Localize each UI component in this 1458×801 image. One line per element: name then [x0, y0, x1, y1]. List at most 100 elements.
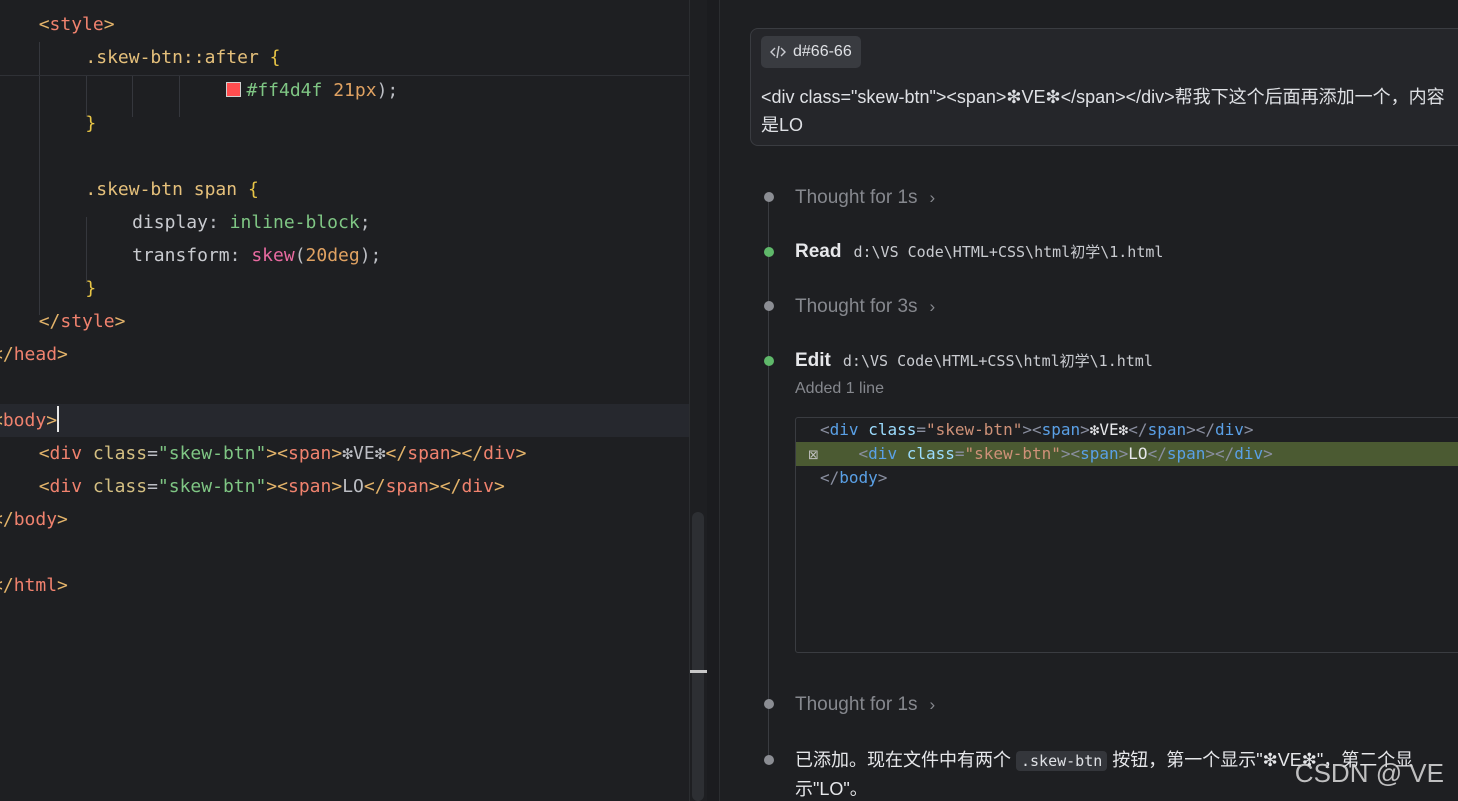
diff-token: ><: [1022, 420, 1042, 439]
code-token: inline-block: [229, 212, 360, 233]
editor-scrollbar-thumb[interactable]: [692, 512, 704, 801]
code-token: =: [147, 443, 158, 464]
diff-token: "skew-btn": [964, 444, 1061, 463]
diff-token: [859, 420, 869, 439]
thought-step[interactable]: Thought for 1s ›: [795, 692, 935, 718]
diff-token: div: [868, 444, 898, 463]
diff-line: </body>: [796, 466, 1458, 490]
diff-token: span: [1041, 420, 1081, 439]
diff-token: >: [1080, 420, 1090, 439]
code-token: div: [483, 443, 516, 464]
edit-summary: Added 1 line: [795, 380, 884, 397]
code-line[interactable]: </body>: [0, 503, 707, 536]
read-step[interactable]: Read d:\VS Code\HTML+CSS\html初学\1.html: [795, 239, 1163, 265]
code-line[interactable]: [0, 140, 707, 173]
code-line[interactable]: [0, 536, 707, 569]
code-token: skew: [251, 245, 295, 266]
code-editor[interactable]: <style> .skew-btn::after {#ff4d4f 21px);}…: [0, 0, 707, 801]
code-token: >: [331, 476, 343, 497]
code-token: </: [439, 476, 462, 497]
read-path[interactable]: d:\VS Code\HTML+CSS\html初学\1.html: [853, 239, 1163, 265]
code-token: =: [147, 476, 158, 497]
code-token: </: [0, 509, 14, 530]
code-token: span: [287, 476, 332, 497]
diff-token: <: [820, 420, 830, 439]
code-line[interactable]: [0, 371, 707, 404]
code-line[interactable]: </html>: [0, 569, 707, 602]
timeline-dot: [764, 356, 774, 366]
code-token: >: [493, 476, 505, 497]
thought-step[interactable]: Thought for 3s ›: [795, 294, 935, 320]
thought-step[interactable]: Thought for 1s ›: [795, 185, 935, 211]
code-token: ;: [359, 212, 371, 233]
diff-token: [897, 444, 907, 463]
prompt-text: <div class="skew-btn"><span>❇VE❇</span><…: [761, 87, 1445, 135]
code-token: );: [359, 245, 382, 266]
chat-panel: d#66-66 <div class="skew-btn"><span>❇VE❇…: [720, 0, 1458, 801]
code-line[interactable]: <div class="skew-btn"><span>❇VE❇</span><…: [0, 437, 707, 470]
code-token: <: [38, 443, 50, 464]
scrollbar-cursor-marker: [690, 670, 707, 673]
code-token: body: [13, 509, 58, 530]
code-line[interactable]: .skew-btn::after {: [0, 41, 707, 74]
code-line[interactable]: display: inline-block;: [0, 206, 707, 239]
code-token: >: [266, 443, 278, 464]
code-token: </: [385, 443, 408, 464]
code-token: </: [0, 344, 14, 365]
panel-divider[interactable]: [707, 0, 720, 801]
code-token: "skew-btn": [157, 443, 267, 464]
user-prompt-card[interactable]: d#66-66 <div class="skew-btn"><span>❇VE❇…: [750, 28, 1458, 146]
code-line[interactable]: </head>: [0, 338, 707, 371]
diff-line: <div class="skew-btn"><span>❇VE❇</span><…: [796, 418, 1458, 442]
code-token: >: [57, 575, 68, 596]
code-token: span: [287, 443, 332, 464]
code-token: .skew-btn::after: [85, 47, 259, 68]
code-line[interactable]: <style>: [0, 8, 707, 41]
diff-token: =: [954, 444, 965, 463]
code-line[interactable]: .skew-btn span {: [0, 173, 707, 206]
code-line[interactable]: transform: skew(20deg);: [0, 239, 707, 272]
code-token: </: [363, 476, 386, 497]
code-token: span: [385, 476, 429, 497]
edit-path[interactable]: d:\VS Code\HTML+CSS\html初学\1.html: [843, 348, 1153, 374]
diff-token: class: [906, 444, 955, 463]
code-line-current[interactable]: <body>: [0, 404, 707, 437]
thought-label: Thought for 1s: [795, 187, 918, 208]
code-token: {: [269, 47, 281, 68]
code-token: </: [38, 311, 61, 332]
diff-token: >: [1118, 444, 1129, 463]
code-token: >: [331, 443, 343, 464]
diff-token: ❇VE❇: [1089, 420, 1129, 439]
timeline-dot: [764, 699, 774, 709]
code-line[interactable]: <div class="skew-btn"><span>LO</span></d…: [0, 470, 707, 503]
diff-token: div: [1215, 420, 1244, 439]
timeline-dot: [764, 192, 774, 202]
final-text-before: 已添加。现在文件中有两个: [795, 750, 1016, 770]
chevron-right-icon: ›: [929, 297, 936, 316]
code-line[interactable]: }: [0, 107, 707, 140]
code-token: >: [450, 443, 462, 464]
thought-label: Thought for 3s: [795, 296, 918, 317]
code-token: "skew-btn": [157, 476, 267, 497]
text-cursor: [57, 406, 60, 432]
context-chip[interactable]: d#66-66: [761, 36, 861, 68]
code-token: div: [461, 476, 494, 497]
diff-token: =: [916, 420, 926, 439]
edit-step[interactable]: Edit d:\VS Code\HTML+CSS\html初学\1.html: [795, 348, 1153, 374]
code-token: </: [461, 443, 484, 464]
diff-view[interactable]: <div class="skew-btn"><span>❇VE❇</span><…: [795, 417, 1458, 653]
diff-token: </: [1128, 420, 1148, 439]
diff-token: "skew-btn": [926, 420, 1023, 439]
code-token: div: [49, 443, 83, 464]
code-token: >: [57, 344, 68, 365]
code-line[interactable]: }: [0, 272, 707, 305]
code-line[interactable]: </style>: [0, 305, 707, 338]
timeline-dot: [764, 247, 774, 257]
code-line[interactable]: #ff4d4f 21px);: [0, 74, 707, 107]
code-token: <: [38, 476, 50, 497]
code-token: span: [407, 443, 451, 464]
diff-token: body: [839, 468, 878, 487]
code-token: display: [132, 212, 208, 233]
